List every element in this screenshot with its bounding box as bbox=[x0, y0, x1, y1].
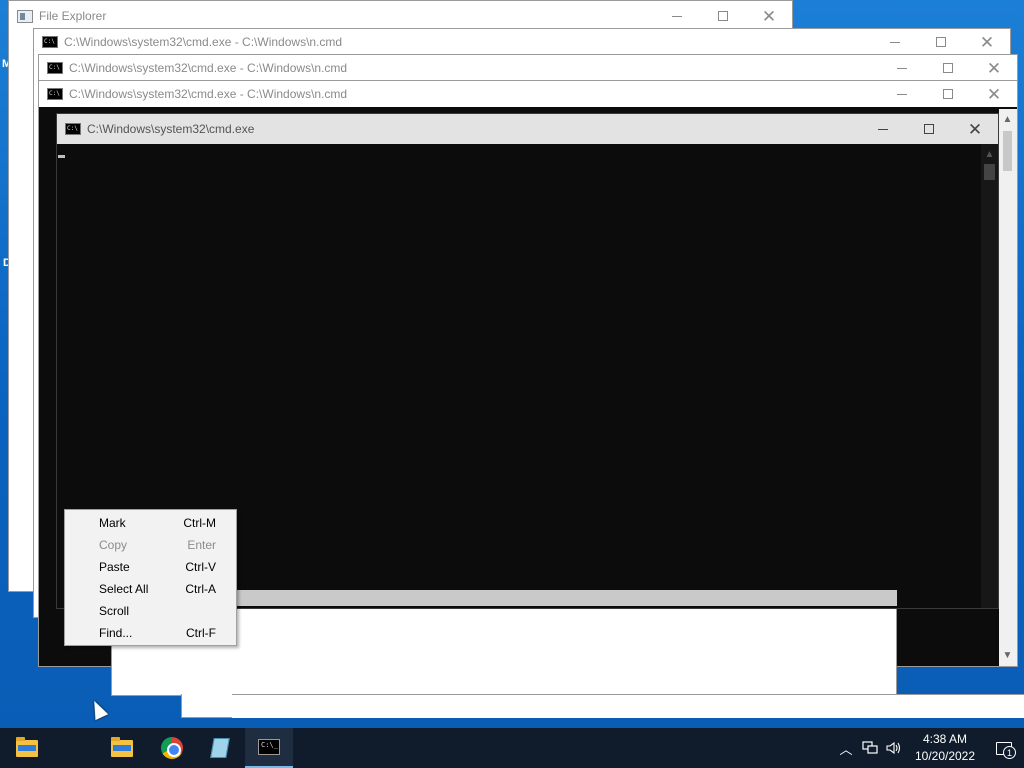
scrollbar-thumb[interactable] bbox=[1003, 131, 1012, 171]
cmd-icon: C:\ bbox=[65, 123, 81, 135]
clock-date: 10/20/2022 bbox=[914, 749, 976, 763]
close-button[interactable]: ✕ bbox=[971, 81, 1017, 107]
close-button[interactable]: ✕ bbox=[746, 1, 792, 31]
console-scrollbar[interactable]: ▲ bbox=[981, 144, 998, 608]
maximize-icon bbox=[924, 124, 934, 134]
menu-item-copy[interactable]: Copy Enter bbox=[65, 534, 236, 556]
cmd-window-titlebar[interactable]: C:\ C:\Windows\system32\cmd.exe - C:\Win… bbox=[39, 81, 1017, 107]
background-window-panel bbox=[232, 694, 1024, 718]
volume-button[interactable] bbox=[882, 728, 906, 768]
maximize-icon bbox=[943, 63, 953, 73]
close-icon: ✕ bbox=[986, 84, 1002, 104]
menu-item-label: Mark bbox=[99, 516, 126, 530]
cmd-active-titlebar[interactable]: C:\ C:\Windows\system32\cmd.exe ✕ bbox=[57, 114, 998, 144]
maximize-button[interactable] bbox=[906, 114, 952, 144]
file-explorer-titlebar[interactable]: File Explorer ✕ bbox=[9, 1, 792, 31]
close-button[interactable]: ✕ bbox=[971, 55, 1017, 81]
cmd-window-titlebar[interactable]: C:\ C:\Windows\system32\cmd.exe - C:\Win… bbox=[34, 29, 1010, 55]
cmd-icon: C:\ bbox=[42, 36, 58, 48]
scrollbar-thumb[interactable] bbox=[984, 164, 995, 180]
network-icon bbox=[862, 741, 878, 754]
mouse-pointer-icon bbox=[87, 697, 109, 721]
action-center-button[interactable]: 1 bbox=[984, 728, 1024, 768]
console-cursor bbox=[58, 155, 65, 158]
minimize-icon bbox=[897, 67, 907, 69]
menu-item-label: Paste bbox=[99, 560, 130, 574]
clock-time: 4:38 AM bbox=[922, 732, 968, 746]
folder-icon bbox=[111, 736, 133, 757]
close-icon: ✕ bbox=[967, 119, 983, 139]
taskbar-notepad-button[interactable] bbox=[196, 728, 244, 768]
maximize-button[interactable] bbox=[925, 81, 971, 107]
close-button[interactable]: ✕ bbox=[964, 29, 1010, 55]
close-icon: ✕ bbox=[986, 58, 1002, 78]
menu-item-scroll[interactable]: Scroll bbox=[65, 600, 236, 622]
folder-icon bbox=[16, 736, 38, 757]
menu-item-find[interactable]: Find... Ctrl-F bbox=[65, 622, 236, 644]
window-title: C:\Windows\system32\cmd.exe - C:\Windows… bbox=[69, 61, 348, 75]
minimize-button[interactable] bbox=[654, 1, 700, 31]
vertical-scrollbar[interactable]: ▲ ▼ bbox=[999, 109, 1017, 666]
chrome-icon bbox=[161, 737, 183, 759]
menu-item-label: Find... bbox=[99, 626, 133, 640]
minimize-button[interactable] bbox=[860, 114, 906, 144]
menu-item-shortcut: Ctrl-V bbox=[185, 560, 216, 574]
notepad-icon bbox=[210, 738, 230, 758]
chevron-up-icon: ︿ bbox=[839, 741, 853, 757]
background-window-panel bbox=[181, 694, 233, 718]
desktop: M D File Explorer ✕ C:\ C:\Windows\syste… bbox=[0, 0, 1024, 728]
menu-item-shortcut: Ctrl-F bbox=[186, 626, 216, 640]
maximize-icon bbox=[943, 89, 953, 99]
minimize-icon bbox=[890, 41, 900, 43]
taskbar-clock[interactable]: 4:38 AM 10/20/2022 bbox=[910, 731, 980, 765]
menu-item-select-all[interactable]: Select All Ctrl-A bbox=[65, 578, 236, 600]
cmd-icon: C:\ bbox=[47, 62, 63, 74]
system-tray: ︿ 4:38 AM 10/20/2022 1 bbox=[834, 728, 1024, 768]
menu-item-label: Scroll bbox=[99, 604, 130, 618]
maximize-button[interactable] bbox=[918, 29, 964, 55]
scroll-up-arrow-icon[interactable]: ▲ bbox=[981, 146, 998, 163]
taskbar-file-explorer-button[interactable] bbox=[3, 728, 51, 768]
minimize-icon bbox=[672, 15, 682, 17]
console-context-menu: Mark Ctrl-M Copy Enter Paste Ctrl-V Sele… bbox=[64, 509, 237, 646]
scroll-down-arrow-icon[interactable]: ▼ bbox=[999, 647, 1016, 664]
close-icon: ✕ bbox=[761, 6, 777, 26]
menu-item-label: Select All bbox=[99, 582, 149, 596]
window-title: C:\Windows\system32\cmd.exe bbox=[87, 122, 255, 136]
cmd-icon: C:\ bbox=[47, 88, 63, 100]
close-icon: ✕ bbox=[979, 32, 995, 52]
cmd-window-titlebar[interactable]: C:\ C:\Windows\system32\cmd.exe - C:\Win… bbox=[39, 55, 1017, 81]
file-explorer-icon bbox=[17, 9, 33, 23]
taskbar-cmd-button[interactable]: C:\_ bbox=[245, 728, 293, 768]
taskbar-chrome-button[interactable] bbox=[148, 728, 196, 768]
minimize-icon bbox=[897, 93, 907, 95]
minimize-icon bbox=[878, 128, 888, 130]
minimize-button[interactable] bbox=[879, 81, 925, 107]
menu-item-shortcut: Enter bbox=[187, 538, 216, 552]
network-button[interactable] bbox=[858, 728, 882, 768]
menu-item-shortcut: Ctrl-M bbox=[183, 516, 216, 530]
menu-item-shortcut: Ctrl-A bbox=[185, 582, 216, 596]
scroll-up-arrow-icon[interactable]: ▲ bbox=[999, 111, 1016, 128]
maximize-icon bbox=[936, 37, 946, 47]
taskbar-file-explorer-pinned-button[interactable] bbox=[98, 728, 146, 768]
window-title: File Explorer bbox=[39, 9, 107, 23]
maximize-button[interactable] bbox=[925, 55, 971, 81]
maximize-icon bbox=[718, 11, 728, 21]
notification-count-badge: 1 bbox=[1003, 746, 1016, 759]
show-hidden-icons-button[interactable]: ︿ bbox=[834, 728, 858, 768]
taskbar: C:\_ ︿ 4:38 AM 10/20/2022 1 bbox=[0, 728, 1024, 768]
menu-item-mark[interactable]: Mark Ctrl-M bbox=[65, 512, 236, 534]
console-horizontal-strip bbox=[237, 590, 897, 606]
minimize-button[interactable] bbox=[872, 29, 918, 55]
menu-item-paste[interactable]: Paste Ctrl-V bbox=[65, 556, 236, 578]
window-title: C:\Windows\system32\cmd.exe - C:\Windows… bbox=[64, 35, 343, 49]
cmd-icon: C:\_ bbox=[258, 739, 280, 755]
menu-item-label: Copy bbox=[99, 538, 128, 552]
close-button[interactable]: ✕ bbox=[952, 114, 998, 144]
speaker-icon bbox=[886, 741, 901, 755]
minimize-button[interactable] bbox=[879, 55, 925, 81]
window-title: C:\Windows\system32\cmd.exe - C:\Windows… bbox=[69, 87, 348, 101]
maximize-button[interactable] bbox=[700, 1, 746, 31]
